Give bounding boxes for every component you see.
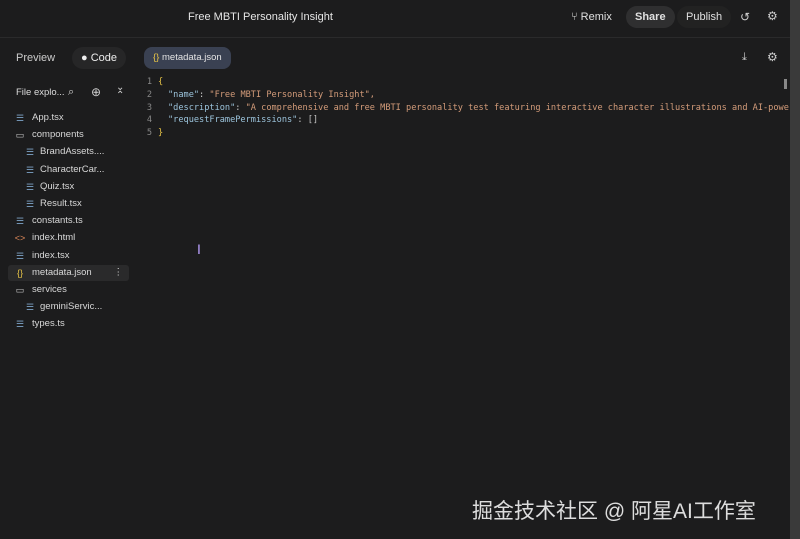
file-tree-label: Result.tsx — [40, 198, 82, 209]
folder-icon: ▭ — [15, 285, 25, 295]
file-tree-item[interactable]: ☰ CharacterCar... — [8, 162, 129, 178]
file-tree-item[interactable]: ☰ index.tsx — [8, 248, 129, 264]
file-icon: ☰ — [15, 113, 25, 123]
file-tree-item[interactable]: ▭ services — [8, 282, 129, 298]
remix-icon: ⑂ — [571, 11, 581, 23]
json-value: [] — [307, 115, 319, 126]
gear-icon[interactable]: ⚙ — [767, 9, 778, 23]
scrollbar[interactable] — [784, 79, 787, 89]
history-icon[interactable]: ↺ — [740, 10, 750, 24]
download-icon[interactable]: ⤓ — [742, 51, 747, 64]
code-line: "requestFramePermissions": [] — [168, 115, 319, 126]
open-file-label: metadata.json — [162, 52, 222, 63]
share-button[interactable]: Share — [626, 6, 675, 28]
text-cursor-icon: I — [197, 241, 201, 257]
file-tree-label: Quiz.tsx — [40, 180, 75, 192]
code-editor[interactable]: 1 {2 "name": "Free MBTI Personality Insigh… — [140, 75, 790, 539]
line-number: 5 — [146, 128, 152, 139]
file-icon: ☰ — [25, 199, 35, 209]
file-tree-label: types.ts — [32, 318, 65, 330]
code-line: "name": "Free MBTI Personality Insight", — [168, 89, 375, 100]
code-line: "description": "A comprehensive and free… — [168, 102, 789, 113]
file-tree-item[interactable]: ☰ BrandAssets.... — [8, 144, 129, 160]
file-tree-label: geminiServic... — [40, 301, 103, 313]
file-tree-label: components — [32, 129, 84, 141]
file-icon: ☰ — [25, 181, 35, 192]
file-icon: ☰ — [15, 250, 25, 261]
json-value: "Free MBTI Personality Insight", — [209, 89, 375, 100]
file-icon: ☰ — [25, 302, 35, 313]
file-tree-label: services — [32, 284, 67, 295]
file-icon: ☰ — [15, 216, 25, 227]
file-tree-item[interactable]: ▭ components — [8, 127, 129, 143]
file-icon: ☰ — [25, 147, 35, 158]
add-file-icon[interactable]: ⊕ — [91, 85, 101, 99]
line-number: 3 — [146, 102, 152, 113]
code-line: { — [158, 77, 163, 87]
file-tree-item[interactable]: {} metadata.json ⋮ — [8, 264, 129, 281]
editor-tabs-bar: Preview ● Code {} metadata.json ⤓ ⚙ — [0, 39, 790, 75]
file-tree-item[interactable]: ☰ types.ts — [8, 316, 129, 332]
tab-code[interactable]: ● Code — [72, 47, 126, 69]
file-tree-item[interactable]: <> index.html — [8, 230, 129, 246]
file-tree-label: constants.ts — [32, 215, 83, 227]
file-tree-item[interactable]: ☰ geminiServic... — [8, 299, 129, 315]
editor-settings-icon[interactable]: ⚙ — [767, 50, 778, 64]
adjacent-window-strip — [790, 0, 800, 539]
json-key: "description" — [168, 102, 236, 113]
file-tree-item[interactable]: ☰ constants.ts — [8, 213, 129, 229]
line-number: 4 — [146, 115, 152, 126]
search-icon[interactable]: ⌕ — [68, 86, 74, 99]
code-line: } — [158, 128, 163, 138]
top-bar: Free MBTI Personality Insight ⑂ Remix Sh… — [0, 0, 790, 38]
line-number: 1 — [146, 77, 152, 87]
folder-icon: ▭ — [15, 130, 25, 141]
open-file-tab[interactable]: {} metadata.json — [144, 47, 231, 69]
json-key: "requestFramePermissions" — [168, 115, 298, 126]
tab-preview[interactable]: Preview — [7, 47, 64, 69]
line-number: 2 — [146, 89, 152, 100]
brace: { — [158, 77, 164, 87]
json-key: "name" — [168, 89, 200, 100]
tab-code-label: Code — [90, 52, 117, 64]
brace: } — [158, 128, 164, 139]
collapse-icon[interactable]: ⌄ ⌃ — [116, 83, 124, 101]
watermark: 掘金技术社区 @ 阿星AI工作室 — [472, 500, 756, 523]
json-icon: {} — [16, 267, 23, 278]
file-tree-label: App.tsx — [32, 112, 64, 123]
active-dot-icon: ● — [81, 52, 91, 64]
file-icon: ☰ — [15, 319, 25, 330]
publish-button[interactable]: Publish — [677, 6, 732, 28]
remix-label: Remix — [580, 11, 612, 23]
file-icon: ☰ — [25, 164, 35, 175]
file-tree-item[interactable]: ☰ Result.tsx — [8, 196, 129, 212]
file-tree-label: BrandAssets.... — [40, 146, 105, 158]
file-tree-label: index.tsx — [32, 249, 70, 261]
more-icon[interactable]: ⋮ — [114, 265, 124, 281]
file-tree-label: CharacterCar... — [40, 163, 105, 175]
json-value: "A comprehensive and free MBTI personali… — [245, 102, 789, 113]
json-icon: {} — [153, 52, 162, 63]
html-icon: <> — [14, 233, 26, 244]
file-tree-label: index.html — [32, 232, 76, 244]
file-tree-item[interactable]: ☰ Quiz.tsx — [8, 179, 129, 195]
app-title: Free MBTI Personality Insight — [188, 11, 333, 23]
file-tree-label: metadata.json — [32, 266, 92, 278]
remix-button[interactable]: ⑂ Remix — [562, 6, 621, 28]
file-explorer-title: File explo... — [16, 87, 65, 98]
file-tree-item[interactable]: ☰ App.tsx — [8, 110, 129, 126]
